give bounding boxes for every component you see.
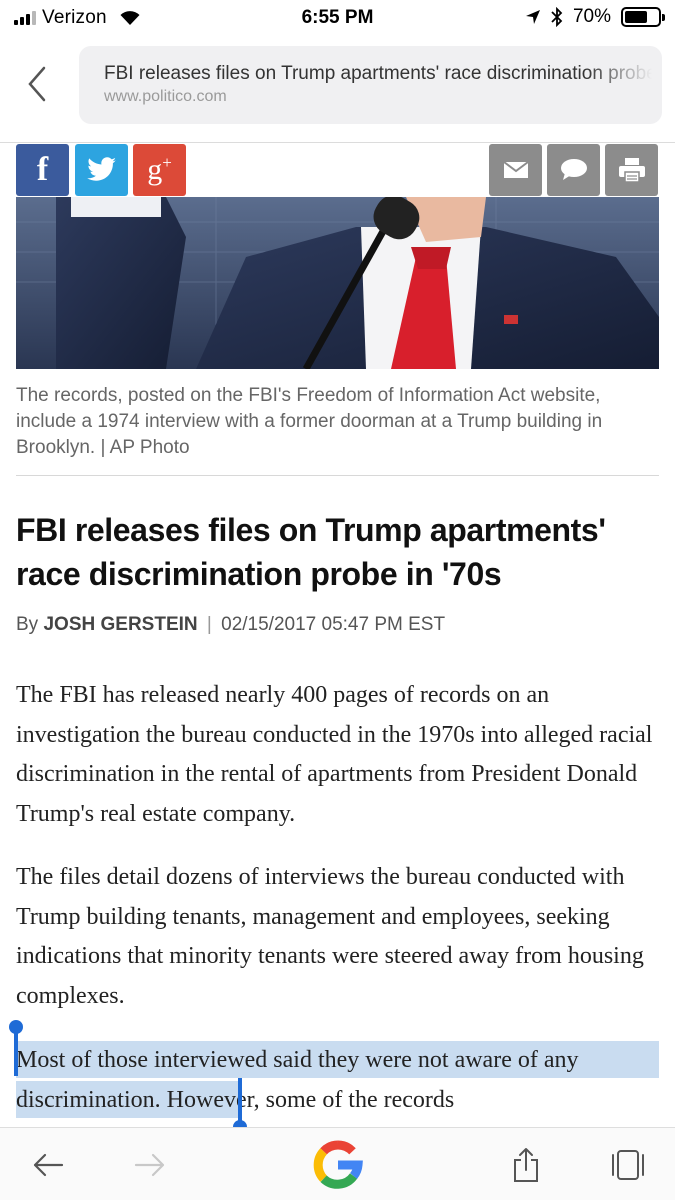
share-button[interactable] [506, 1128, 546, 1200]
status-bar: Verizon 6:55 PM 70% [0, 0, 675, 36]
twitter-icon [86, 157, 116, 181]
article-headline: FBI releases files on Trump apartments' … [16, 512, 606, 592]
selection-end-handle[interactable] [233, 1078, 247, 1134]
publish-date: 02/15/2017 05:47 PM EST [221, 614, 446, 635]
location-arrow-icon [525, 10, 540, 24]
battery-icon [621, 7, 665, 27]
twitter-share-button[interactable] [75, 144, 128, 196]
share-icon [514, 1147, 538, 1182]
google-plus-sup: + [162, 153, 172, 172]
unselected-text: However, some of the records [160, 1086, 455, 1113]
author-link[interactable]: JOSH GERSTEIN [43, 614, 197, 635]
address-bar[interactable]: FBI releases files on Trump apartments' … [79, 46, 662, 124]
page-domain: www.politico.com [104, 88, 227, 105]
back-button[interactable] [26, 1128, 70, 1200]
article-paragraph: The files detail dozens of interviews th… [16, 864, 644, 1009]
caption-divider [16, 475, 659, 476]
tabs-icon [612, 1149, 644, 1180]
tabs-button[interactable] [606, 1128, 650, 1200]
forward-arrow-icon [134, 1153, 165, 1176]
facebook-icon: f [36, 151, 49, 188]
google-plus-share-button[interactable]: g+ [133, 144, 186, 196]
email-share-button[interactable] [489, 144, 542, 196]
google-plus-icon: g+ [147, 153, 172, 187]
byline-prefix: By [16, 614, 39, 635]
selection-start-handle[interactable] [9, 1020, 23, 1076]
article-paragraph: The FBI has released nearly 400 pages of… [16, 682, 653, 827]
google-plus-letter: g [147, 153, 163, 186]
battery-percent: 70% [572, 6, 611, 27]
byline-separator: | [206, 614, 212, 635]
status-right: 70% [525, 6, 665, 28]
comment-icon [560, 159, 587, 180]
forward-button[interactable] [128, 1128, 172, 1200]
page-title: FBI releases files on Trump apartments' … [104, 63, 652, 84]
byline: By JOSH GERSTEIN | 02/15/2017 05:47 PM E… [16, 614, 445, 636]
battery-fill [625, 11, 648, 23]
article-paragraph-selected[interactable]: Most of those interviewed said they were… [16, 1041, 666, 1120]
photo-caption: The records, posted on the FBI's Freedom… [16, 385, 603, 458]
article-photo [16, 197, 659, 369]
article-photo-illustration [16, 197, 659, 369]
bluetooth-icon [551, 7, 563, 27]
google-button[interactable] [308, 1128, 368, 1200]
print-button[interactable] [605, 144, 658, 196]
browser-back-chevron-icon[interactable] [24, 64, 54, 104]
bottom-toolbar [0, 1127, 675, 1200]
mail-icon [502, 161, 529, 178]
google-icon [313, 1140, 363, 1189]
toolbar-divider [0, 142, 675, 143]
facebook-share-button[interactable]: f [16, 144, 69, 196]
comments-button[interactable] [547, 144, 600, 196]
back-arrow-icon [33, 1153, 64, 1176]
print-icon [618, 158, 645, 183]
